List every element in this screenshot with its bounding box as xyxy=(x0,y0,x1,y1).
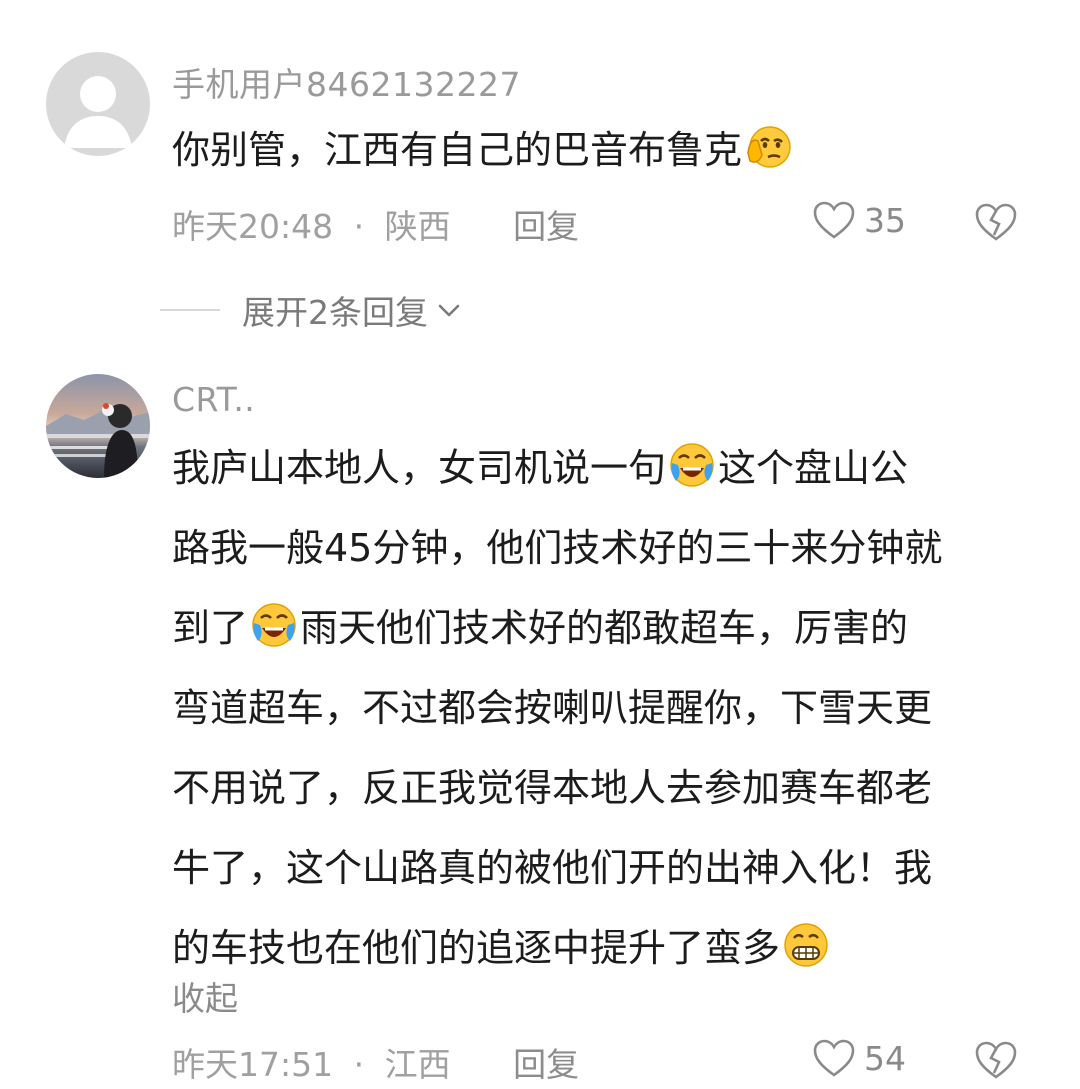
comment-text-segment: 牛了，这个山路真的被他们开的出神入化！我 xyxy=(172,846,933,890)
username[interactable]: CRT.. xyxy=(172,380,255,419)
comment-line: 牛了，这个山路真的被他们开的出神入化！我 xyxy=(172,828,942,908)
comment-text-segment: 弯道超车，不过都会按喇叭提醒你，下雪天更 xyxy=(172,686,933,730)
meta-separator: · xyxy=(353,207,365,246)
expand-replies-button[interactable]: 展开2条回复 xyxy=(160,286,462,334)
broken-heart-icon xyxy=(975,1041,1017,1079)
comment-text: 你别管，江西有自己的巴音布鲁克 xyxy=(172,110,794,190)
like-count: 35 xyxy=(864,200,906,240)
comment-text-segment: 到了 xyxy=(172,606,249,650)
comment-line: 到了 雨天他们技术好的都敢超车，厉害的 xyxy=(172,588,942,668)
avatar-photo-image xyxy=(46,403,150,478)
timestamp: 昨天17:51 xyxy=(172,1045,334,1084)
like-button[interactable]: 35 xyxy=(812,200,906,240)
reply-button[interactable]: 回复 xyxy=(513,200,579,248)
avatar[interactable] xyxy=(46,374,150,478)
comment-text-segment: 我庐山本地人，女司机说一句 xyxy=(172,446,667,490)
comment-text-segment: 这个盘山公 xyxy=(718,446,909,490)
comment-text-segment: 不用说了，反正我觉得本地人去参加赛车都老 xyxy=(172,766,933,810)
comment-line: 弯道超车，不过都会按喇叭提醒你，下雪天更 xyxy=(172,668,942,748)
expand-replies-label: 展开2条回复 xyxy=(242,293,428,332)
comment-line: 不用说了，反正我觉得本地人去参加赛车都老 xyxy=(172,748,942,828)
collapse-button[interactable]: 收起 xyxy=(172,972,238,1020)
avatar[interactable] xyxy=(46,52,150,156)
ip-location: 江西 xyxy=(384,1045,451,1084)
like-button[interactable]: 54 xyxy=(812,1038,906,1078)
laughing-crying-emoji xyxy=(670,443,714,487)
comment-text-segment: 路我一般45分钟，他们技术好的三十来分钟就 xyxy=(172,526,943,570)
comment-line: 你别管，江西有自己的巴音布鲁克 xyxy=(172,110,794,190)
chevron-down-icon xyxy=(438,304,460,317)
comment-text-segment: 的车技也在他们的追逐中提升了蛮多 xyxy=(172,926,781,970)
meta-separator: · xyxy=(353,1045,365,1084)
comment-line: 的车技也在他们的追逐中提升了蛮多 xyxy=(172,908,942,988)
heart-icon xyxy=(813,1039,855,1077)
like-count: 54 xyxy=(864,1038,906,1078)
ip-location: 陕西 xyxy=(384,207,451,246)
comment-text: 我庐山本地人，女司机说一句 这个盘山公 路我一般45分钟，他们技术好的三十来分钟… xyxy=(172,428,942,988)
comment-line: 我庐山本地人，女司机说一句 这个盘山公 xyxy=(172,428,942,508)
dislike-button[interactable] xyxy=(972,202,1020,246)
thinking-emoji xyxy=(747,126,791,168)
username[interactable]: 手机用户8462132227 xyxy=(172,58,521,106)
reply-button[interactable]: 回复 xyxy=(513,1038,579,1086)
laughing-crying-emoji xyxy=(252,603,296,647)
comment-text-segment: 雨天他们技术好的都敢超车，厉害的 xyxy=(300,606,909,650)
grinning-emoji xyxy=(784,923,828,967)
timestamp: 昨天20:48 xyxy=(172,207,334,246)
comment-text-segment: 你别管，江西有自己的巴音布鲁克 xyxy=(172,128,743,172)
heart-icon xyxy=(813,201,855,239)
comment-meta: 昨天20:48 · 陕西 回复 xyxy=(172,200,579,248)
expand-divider xyxy=(160,309,220,311)
default-avatar-icon xyxy=(64,76,132,148)
comment-meta: 昨天17:51 · 江西 回复 xyxy=(172,1038,579,1086)
comment-line: 路我一般45分钟，他们技术好的三十来分钟就 xyxy=(172,508,942,588)
broken-heart-icon xyxy=(975,203,1017,241)
dislike-button[interactable] xyxy=(972,1040,1020,1084)
